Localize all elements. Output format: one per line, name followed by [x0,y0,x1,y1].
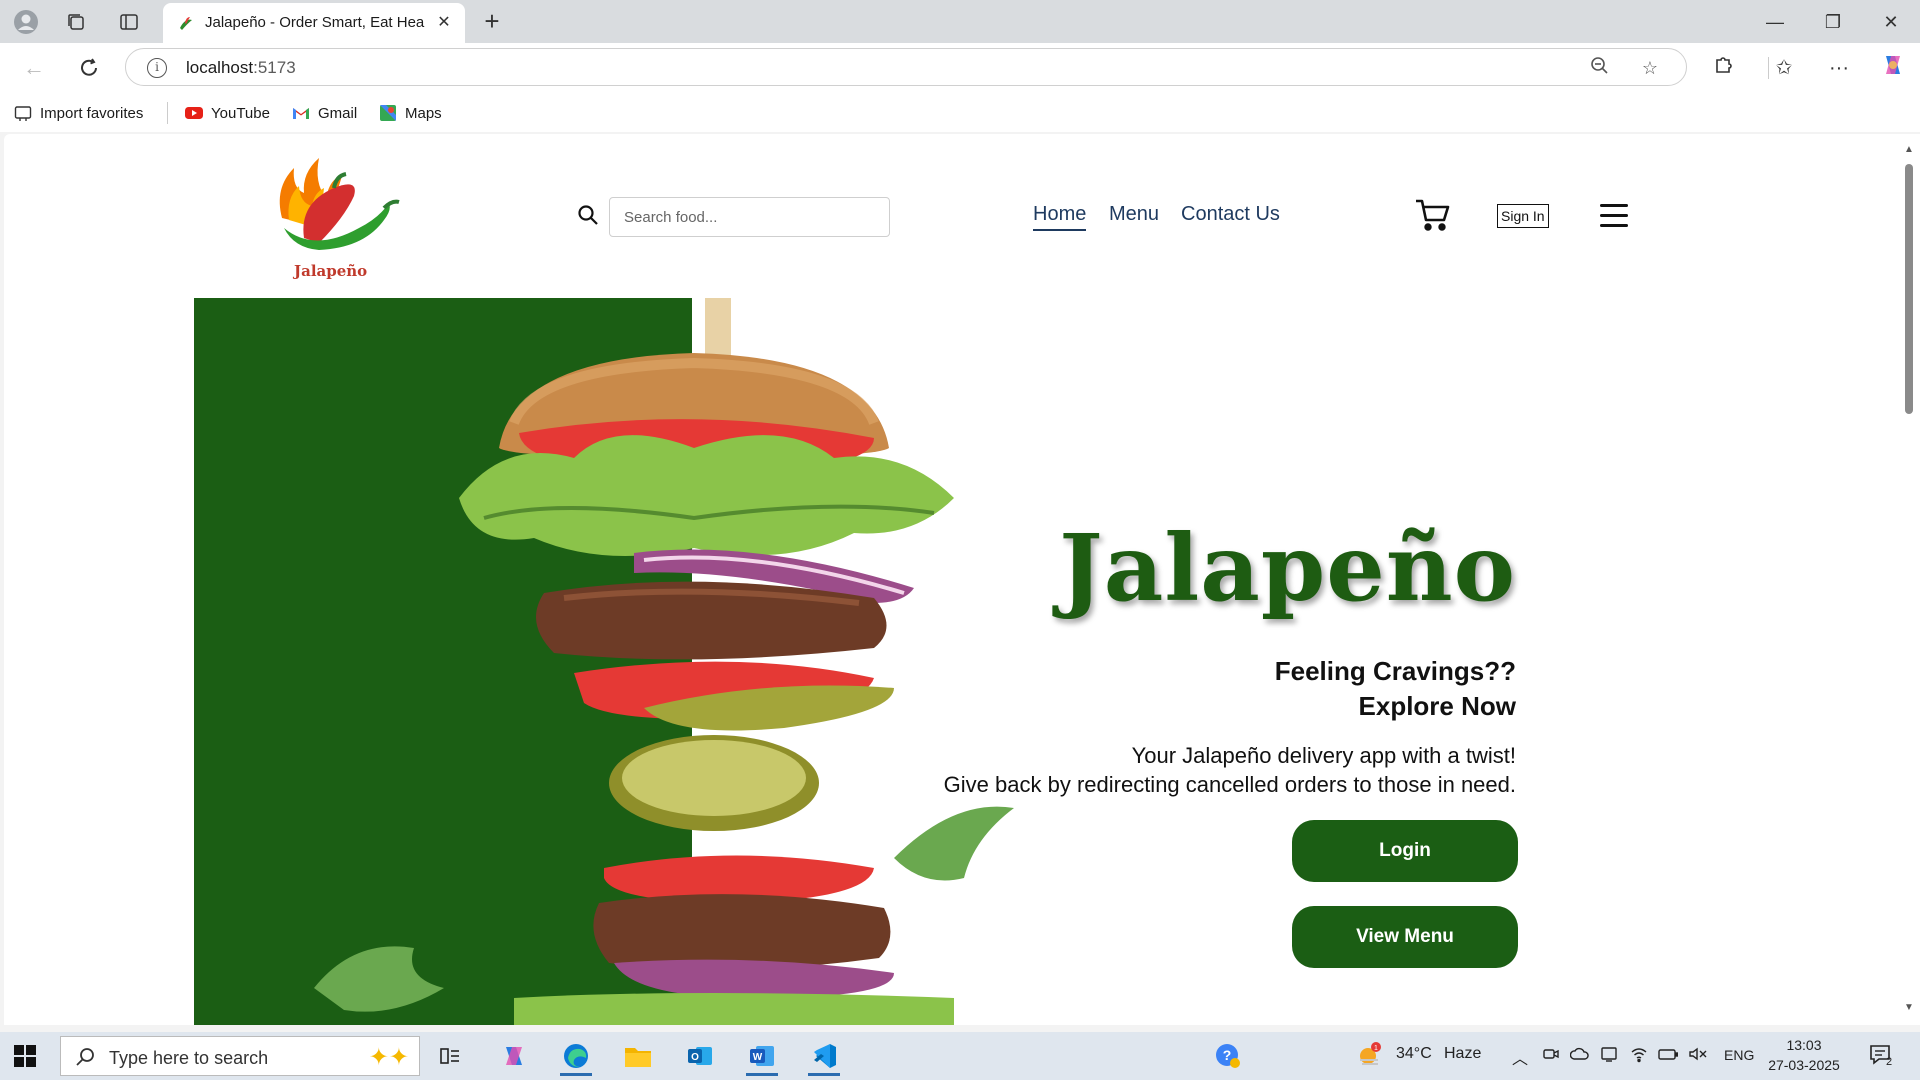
volume-muted-icon[interactable] [1688,1045,1708,1068]
notifications-icon[interactable] [1868,1042,1898,1075]
import-icon [14,104,32,122]
onedrive-icon[interactable] [1569,1045,1590,1068]
more-menu-icon[interactable]: ··· [1823,52,1855,84]
favorite-label: Maps [405,104,442,122]
taskbar-search-box[interactable]: Type here to search ✦✦ [60,1036,420,1076]
svg-text:?: ? [1223,1047,1232,1063]
system-clock[interactable]: 13:03 27-03-2025 [1766,1035,1842,1075]
nav-home-link[interactable]: Home [1033,203,1087,231]
burger-image [314,298,1014,1025]
close-tab-icon[interactable]: ✕ [433,12,455,34]
url-text[interactable]: localhost:5173 [186,58,296,78]
word-icon[interactable]: W [738,1036,786,1076]
favorite-youtube[interactable]: YouTube [185,102,270,124]
outlook-icon[interactable]: O [676,1036,724,1076]
windows-taskbar: Type here to search ✦✦ O W ? 1 34°C Haze… [0,1032,1920,1080]
page-viewport: Jalapeño Home Menu Contact Us Sign In [4,134,1898,1025]
show-hidden-icons-icon[interactable]: ︿ [1512,1045,1528,1069]
site-info-icon[interactable]: i [147,58,167,78]
wifi-icon[interactable] [1630,1045,1648,1068]
search-input[interactable] [609,197,890,237]
favorite-star-icon[interactable]: ☆ [1638,56,1662,80]
search-icon [76,1048,94,1066]
login-button[interactable]: Login [1292,820,1518,882]
weather-temp[interactable]: 34°C [1396,1045,1432,1063]
hero-description: Your Jalapeño delivery app with a twist!… [944,741,1516,799]
help-icon[interactable]: ? [1214,1042,1242,1075]
battery-icon[interactable] [1658,1045,1679,1068]
hero-description-line: Give back by redirecting cancelled order… [943,772,1516,797]
hero-title: Jalapeño [1059,514,1516,622]
meet-now-icon[interactable] [1542,1045,1560,1068]
windows-start-icon[interactable] [14,1045,36,1067]
back-icon[interactable]: ← [18,52,50,84]
copilot-icon[interactable] [1877,52,1909,84]
address-bar[interactable]: i localhost:5173 ☆ [125,48,1687,86]
scrollbar-thumb[interactable] [1905,164,1913,414]
restore-icon[interactable]: ❐ [1818,8,1848,36]
favorites-separator [167,102,168,124]
gmail-icon [292,104,310,122]
favorite-gmail[interactable]: Gmail [292,102,357,124]
jalapeno-favicon-icon [180,17,192,30]
address-bar-row: ← i localhost:5173 ☆ ✩ ··· [0,43,1920,92]
clock-time: 13:03 [1786,1037,1822,1053]
active-tab[interactable]: Jalapeño - Order Smart, Eat Healthy ✕ [163,3,465,43]
tab-title: Jalapeño - Order Smart, Eat Healthy [205,14,425,31]
weather-description[interactable]: Haze [1444,1045,1481,1063]
site-logo[interactable]: Jalapeño [264,148,404,280]
scroll-up-icon[interactable]: ▲ [1903,144,1915,155]
favorite-label: Import favorites [40,104,144,122]
favorite-maps[interactable]: Maps [379,102,442,124]
minimize-icon[interactable]: — [1760,8,1790,36]
display-icon[interactable] [1600,1045,1618,1068]
logo-text: Jalapeño [294,262,368,280]
jalapeno-page: Jalapeño Home Menu Contact Us Sign In [194,134,1708,1025]
scroll-down-icon[interactable]: ▼ [1903,1002,1915,1013]
svg-text:O: O [691,1052,699,1063]
edge-app-icon[interactable] [552,1036,600,1076]
nav-menu-link[interactable]: Menu [1109,203,1159,226]
hero-description-line: Your Jalapeño delivery app with a twist! [1131,743,1516,768]
language-indicator[interactable]: ENG [1724,1047,1754,1063]
hero-subtitle-line: Feeling Cravings?? [1274,656,1516,686]
taskbar-search-placeholder: Type here to search [109,1048,269,1068]
copilot-sparkle-icon: ✦✦ [368,1044,409,1071]
favorite-label: Gmail [318,104,358,122]
browser-tab-strip: Jalapeño - Order Smart, Eat Healthy ✕ + … [0,0,1920,43]
jalapeno-logo-icon [279,158,400,250]
weather-icon[interactable]: 1 [1356,1042,1384,1073]
svg-text:W: W [753,1052,763,1063]
favorites-bar: Import favorites YouTube Gmail Maps [0,92,1920,132]
favorite-label: YouTube [211,104,270,122]
tab-actions-icon[interactable] [115,8,143,36]
clock-date: 27-03-2025 [1768,1057,1840,1073]
notification-count: 2 [1886,1056,1893,1068]
page-scrollbar[interactable]: ▲ ▼ [1898,134,1920,1025]
file-explorer-icon[interactable] [614,1036,662,1076]
new-tab-icon[interactable]: + [478,8,506,36]
collections-icon[interactable] [62,8,90,36]
profile-icon[interactable] [12,8,40,36]
hero-subtitle: Feeling Cravings?? Explore Now [1275,654,1516,724]
view-menu-button[interactable]: View Menu [1292,906,1518,968]
nav-contact-link[interactable]: Contact Us [1181,203,1280,226]
sign-in-button[interactable]: Sign In [1497,204,1549,228]
maps-icon [379,104,397,122]
cart-icon[interactable] [1414,198,1450,232]
youtube-icon [185,104,203,122]
favorites-icon[interactable]: ✩ [1768,52,1800,84]
svg-text:1: 1 [1374,1045,1378,1052]
hamburger-menu-icon[interactable] [1600,204,1628,228]
extensions-icon[interactable] [1708,52,1740,84]
copilot-app-icon[interactable] [490,1036,538,1076]
search-icon[interactable] [577,204,599,226]
favorite-import[interactable]: Import favorites [14,102,143,124]
hero-subtitle-line: Explore Now [1358,691,1516,721]
zoom-out-icon[interactable] [1588,56,1612,80]
reload-icon[interactable] [73,52,105,84]
close-window-icon[interactable]: ✕ [1876,8,1906,36]
vscode-icon[interactable] [800,1036,848,1076]
task-view-icon[interactable] [426,1036,474,1076]
